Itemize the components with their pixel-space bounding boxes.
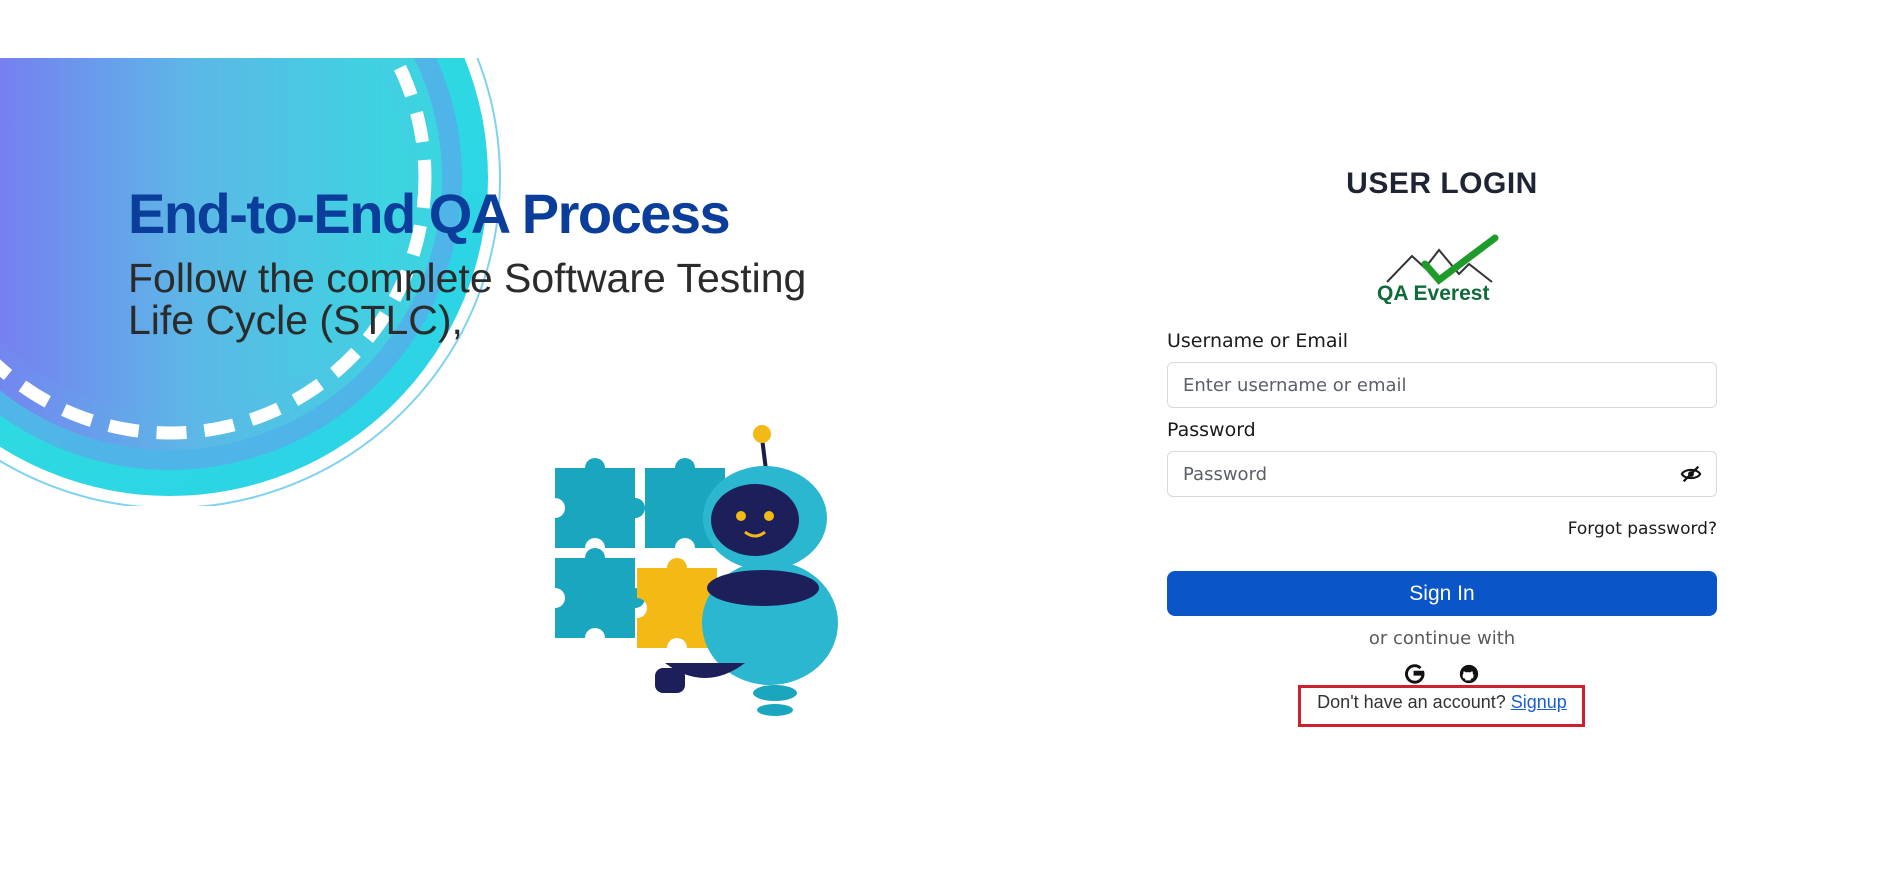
signup-link[interactable]: Signup	[1511, 692, 1567, 712]
username-label: Username or Email	[1167, 330, 1349, 352]
forgot-password-link[interactable]: Forgot password?	[1568, 519, 1717, 539]
no-account-text: Don't have an account?	[1317, 692, 1506, 712]
login-title: USER LOGIN	[1346, 167, 1538, 200]
google-icon[interactable]	[1404, 663, 1426, 685]
qa-everest-logo: QA Everest	[1377, 234, 1499, 304]
hero-subtitle: Follow the complete Software Testing Lif…	[128, 255, 807, 343]
or-continue-text: or continue with	[1368, 628, 1516, 649]
password-field-wrapper	[1167, 451, 1717, 497]
eye-slash-icon[interactable]	[1680, 463, 1702, 485]
github-icon[interactable]	[1458, 663, 1480, 685]
signup-prompt: Don't have an account? Signup	[1167, 692, 1717, 713]
robot-puzzle-illustration	[555, 425, 838, 716]
password-label: Password	[1167, 419, 1256, 441]
logo-text: QA Everest	[1377, 282, 1489, 304]
username-input[interactable]	[1168, 363, 1663, 407]
hero-title: End-to-End QA Process	[128, 182, 731, 245]
username-field-wrapper	[1167, 362, 1717, 408]
sign-in-button[interactable]: Sign In	[1167, 571, 1717, 616]
password-input[interactable]	[1168, 452, 1663, 496]
